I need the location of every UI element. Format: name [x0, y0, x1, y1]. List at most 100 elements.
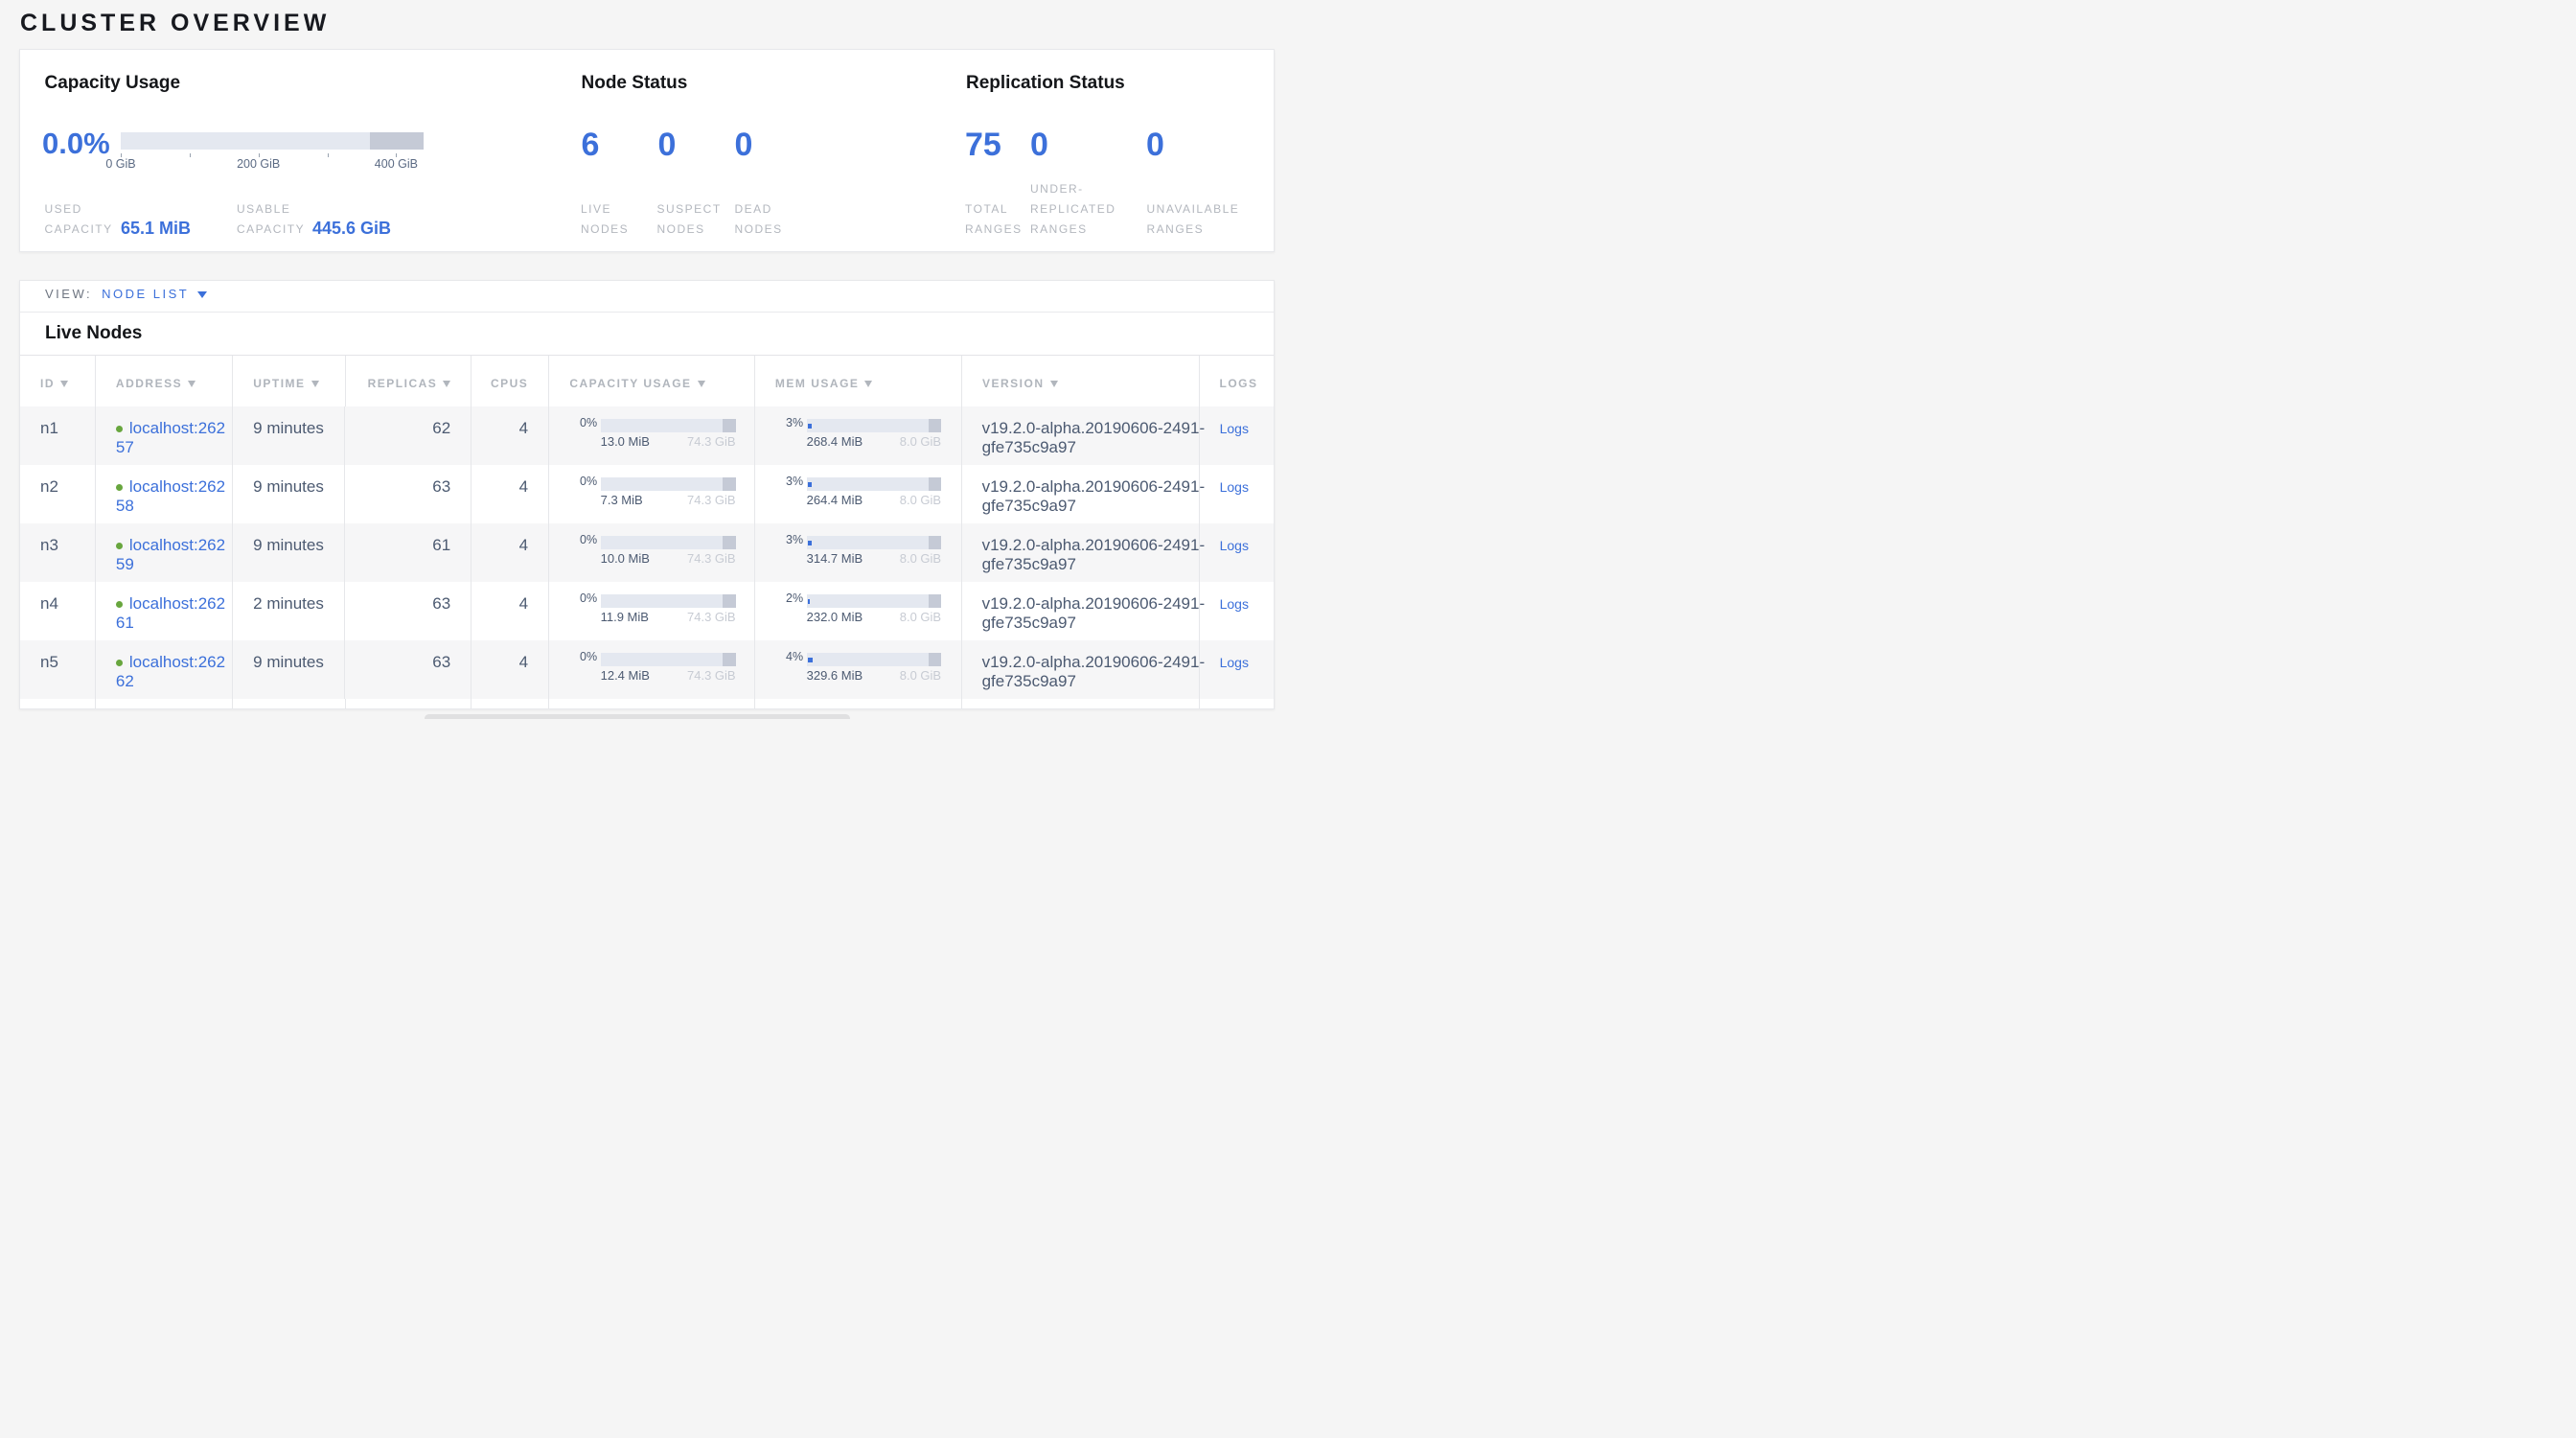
- logs-link[interactable]: Logs: [1220, 421, 1249, 436]
- capacity-percent: 0%: [569, 534, 597, 546]
- replicas-cell: 62: [344, 406, 471, 465]
- usable-capacity-label: USABLECAPACITY: [237, 199, 305, 240]
- sort-caret-icon: [864, 381, 872, 387]
- axis-tick: [190, 153, 191, 157]
- capacity-used-value: 13.0 MiB: [601, 434, 650, 449]
- sort-caret-icon: [311, 381, 319, 387]
- mem-usage-cell: 2% 232.0 MiB8.0 GiB: [754, 582, 961, 640]
- suspect-nodes-label: SUSPECTNODES: [657, 199, 722, 240]
- logs-link[interactable]: Logs: [1220, 538, 1249, 553]
- uptime-cell: 2 minutes: [232, 582, 344, 640]
- capacity-bar-other-segment: [723, 477, 735, 491]
- used-capacity-value: 65.1 MiB: [121, 220, 191, 237]
- capacity-usage-cell: 0% 11.9 MiB74.3 GiB: [548, 582, 754, 640]
- capacity-percent: 0%: [569, 417, 597, 429]
- node-address-link[interactable]: localhost:262: [129, 536, 225, 554]
- column-header-capacity-usage[interactable]: CAPACITY USAGE: [548, 356, 754, 406]
- node-live-status-icon: [116, 484, 123, 491]
- node-address-link-2[interactable]: 59: [116, 555, 134, 573]
- replicas-cell: 63: [344, 465, 471, 523]
- node-address-link[interactable]: localhost:262: [129, 419, 225, 437]
- total-ranges-label: TOTALRANGES: [965, 199, 1023, 240]
- address-line-2: 57: [116, 438, 212, 457]
- address-line-2: 59: [116, 555, 212, 574]
- view-dropdown[interactable]: NODE LIST: [102, 287, 207, 301]
- column-header-id[interactable]: ID: [20, 356, 95, 406]
- column-header-uptime[interactable]: UPTIME: [232, 356, 344, 406]
- horizontal-scrollbar[interactable]: [425, 714, 850, 720]
- cluster-summary-card: Capacity Usage 0.0% 0 GiB 200 GiB 400 Gi…: [19, 49, 1275, 252]
- cpus-cell: 4: [471, 465, 548, 523]
- replication-status-title: Replication Status: [966, 74, 1125, 92]
- node-address-link[interactable]: localhost:262: [129, 653, 225, 671]
- column-header-mem-usage[interactable]: MEM USAGE: [754, 356, 961, 406]
- column-header-version[interactable]: VERSION: [961, 356, 1199, 406]
- node-address-cell: localhost:26258: [95, 465, 232, 523]
- uptime-cell: 9 minutes: [232, 406, 344, 465]
- live-nodes-label: LIVENODES: [581, 199, 629, 240]
- logs-link[interactable]: Logs: [1220, 596, 1249, 612]
- mem-usage-cell: 3% 268.4 MiB8.0 GiB: [754, 406, 961, 465]
- suspect-nodes-count: 0: [658, 128, 677, 161]
- uptime-cell: 9 minutes: [232, 523, 344, 582]
- view-label: VIEW:: [45, 287, 92, 301]
- node-id-cell: n3: [20, 523, 95, 582]
- axis-label-400: 400 GiB: [375, 158, 418, 171]
- node-id-cell: n2: [20, 465, 95, 523]
- node-address-cell: localhost:26257: [95, 406, 232, 465]
- node-status-title: Node Status: [582, 74, 688, 92]
- axis-label-0: 0 GiB: [105, 158, 135, 171]
- node-address-link-2[interactable]: 58: [116, 497, 134, 515]
- logs-link[interactable]: Logs: [1220, 655, 1249, 670]
- table-row: n5 localhost:26262 9 minutes 63 4 0% 12.…: [20, 640, 1274, 699]
- mem-bar-other-segment: [929, 594, 941, 608]
- node-address-cell: localhost:26261: [95, 582, 232, 640]
- mem-bar-used-segment: [808, 482, 812, 487]
- mem-bar: [807, 419, 942, 432]
- mem-usage-cell: 4% 329.6 MiB8.0 GiB: [754, 640, 961, 699]
- version-cell: v19.2.0-alpha.20190606-2491-gfe735c9a97: [961, 640, 1199, 699]
- node-address-cell: localhost:26262: [95, 640, 232, 699]
- node-address-link[interactable]: localhost:262: [129, 594, 225, 613]
- column-header-cpus: CPUS: [471, 356, 548, 406]
- mem-bar-used-segment: [808, 541, 812, 545]
- node-address-link[interactable]: localhost:262: [129, 477, 225, 496]
- logs-link[interactable]: Logs: [1220, 479, 1249, 495]
- axis-label-200: 200 GiB: [237, 158, 280, 171]
- table-row: n2 localhost:26258 9 minutes 63 4 0% 7.3…: [20, 465, 1274, 523]
- logs-cell: Logs: [1199, 406, 1274, 465]
- address-line-1: localhost:262: [116, 594, 212, 614]
- node-address-link-2[interactable]: 62: [116, 672, 134, 690]
- version-cell: v19.2.0-alpha.20190606-2491-gfe735c9a97: [961, 582, 1199, 640]
- mem-percent: 4%: [775, 651, 804, 663]
- address-line-2: 61: [116, 614, 212, 633]
- capacity-total-value: 74.3 GiB: [687, 551, 736, 566]
- usable-capacity-value: 445.6 GiB: [312, 220, 391, 237]
- mem-bar-used-segment: [808, 658, 814, 662]
- cpus-cell: 4: [471, 406, 548, 465]
- column-header-address[interactable]: ADDRESS: [95, 356, 232, 406]
- under-replicated-label: UNDER-REPLICATEDRANGES: [1030, 179, 1116, 240]
- mem-bar: [807, 477, 942, 491]
- version-cell: v19.2.0-alpha.20190606-2491-gfe735c9a97: [961, 406, 1199, 465]
- node-address-link-2[interactable]: 57: [116, 438, 134, 456]
- column-header-replicas[interactable]: REPLICAS: [345, 356, 472, 406]
- sort-caret-icon: [188, 381, 196, 387]
- uptime-cell: 9 minutes: [232, 465, 344, 523]
- axis-tick: [328, 153, 329, 157]
- capacity-used-value: 11.9 MiB: [601, 610, 649, 624]
- mem-bar-other-segment: [929, 536, 941, 549]
- node-address-link-2[interactable]: 61: [116, 614, 134, 632]
- capacity-usage-cell: 0% 12.4 MiB74.3 GiB: [548, 640, 754, 699]
- replicas-cell: 63: [344, 640, 471, 699]
- total-ranges-count: 75: [965, 128, 1001, 161]
- mem-bar-used-segment: [808, 424, 812, 429]
- logs-cell: Logs: [1199, 523, 1274, 582]
- mem-used-value: 268.4 MiB: [807, 434, 863, 449]
- capacity-usage-cell: 0% 7.3 MiB74.3 GiB: [548, 465, 754, 523]
- sort-caret-icon: [443, 381, 450, 387]
- mem-used-value: 314.7 MiB: [807, 551, 863, 566]
- sort-caret-icon: [698, 381, 705, 387]
- capacity-total-value: 74.3 GiB: [687, 668, 736, 683]
- unavailable-label: UNAVAILABLERANGES: [1147, 199, 1240, 240]
